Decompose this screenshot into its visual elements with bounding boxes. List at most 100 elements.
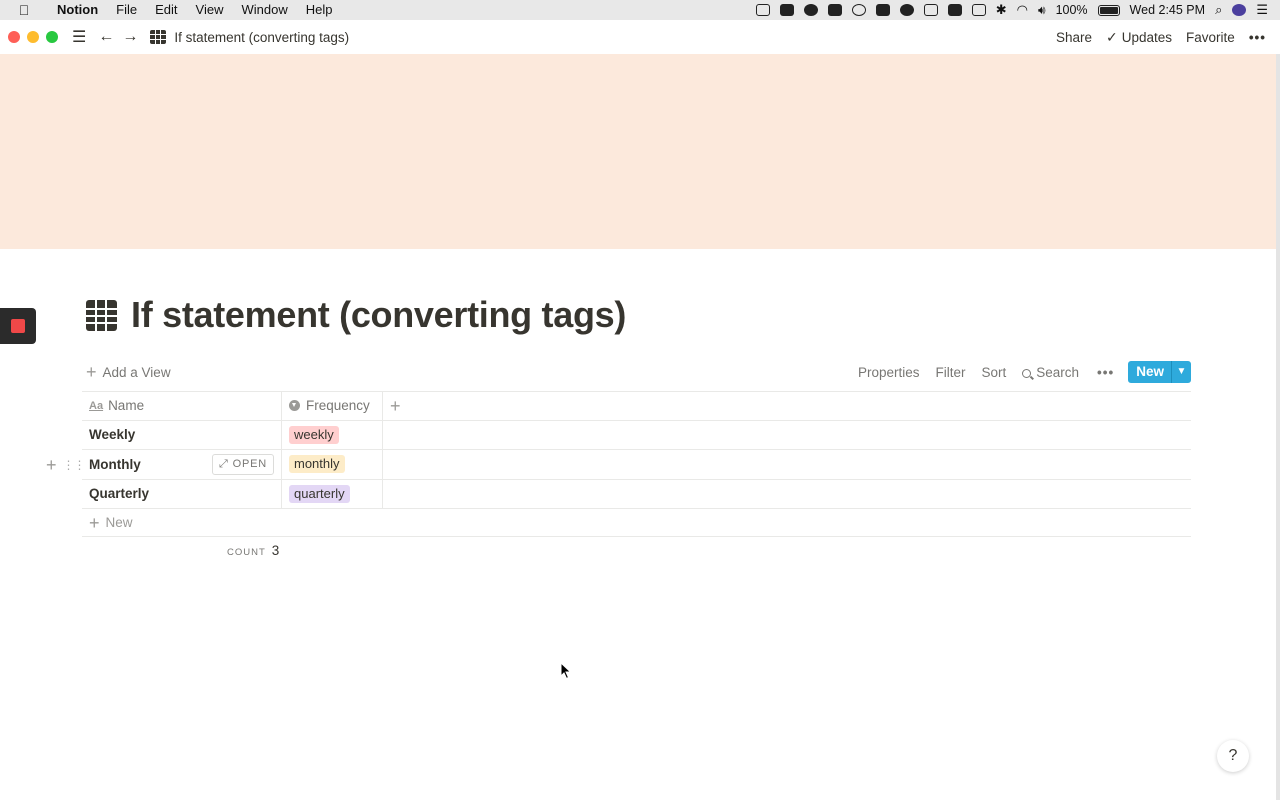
volume-icon[interactable]: 🔊︎ — [1038, 3, 1046, 18]
table-header: Aa Name Frequency + — [82, 391, 1191, 421]
sidebar-toggle-icon[interactable]: ☰ — [72, 27, 86, 47]
breadcrumb-title[interactable]: If statement (converting tags) — [174, 30, 349, 45]
updates-label: Updates — [1121, 29, 1173, 45]
empty-cell[interactable] — [383, 450, 1191, 479]
count-value: 3 — [271, 543, 280, 558]
wifi-icon[interactable]: ◠ — [1017, 2, 1028, 18]
row-handle: + ⋮⋮ — [46, 450, 86, 479]
name-cell[interactable]: Monthly ⤢ OPEN — [82, 450, 282, 479]
plus-icon: + — [86, 362, 97, 382]
filter-button[interactable]: Filter — [928, 365, 974, 380]
add-column-button[interactable]: + — [383, 392, 1191, 420]
frequency-cell[interactable]: quarterly — [282, 479, 383, 508]
add-row-plus-icon[interactable]: + — [46, 456, 57, 474]
sort-button[interactable]: Sort — [974, 365, 1015, 380]
help-button[interactable]: ? — [1217, 740, 1249, 772]
page-title[interactable]: If statement (converting tags) — [131, 294, 626, 336]
info-icon[interactable] — [851, 4, 866, 16]
battery-icon[interactable] — [1097, 4, 1120, 16]
frequency-cell[interactable]: weekly — [282, 420, 383, 449]
dropbox-icon[interactable] — [827, 4, 842, 16]
table-row[interactable]: Quarterly quarterly — [82, 479, 1191, 509]
menu-help[interactable]: Help — [297, 0, 342, 20]
frequency-cell[interactable]: monthly — [282, 450, 383, 479]
tag-quarterly: quarterly — [289, 484, 350, 503]
name-cell[interactable]: Weekly — [82, 420, 282, 449]
recording-stop-button[interactable] — [0, 308, 36, 344]
select-type-icon — [289, 400, 300, 412]
menu-window[interactable]: Window — [232, 0, 296, 20]
empty-cell[interactable] — [383, 480, 1191, 509]
calendar-icon[interactable] — [755, 4, 770, 16]
bi-icon[interactable] — [875, 4, 890, 16]
minimize-window-button[interactable] — [27, 31, 39, 43]
table-row[interactable]: + ⋮⋮ Monthly ⤢ OPEN monthly — [46, 450, 1191, 480]
new-row-button[interactable]: + New — [82, 509, 1191, 537]
drag-handle-icon[interactable]: ⋮⋮ — [63, 458, 86, 472]
apple-icon[interactable]:  — [0, 2, 48, 18]
add-view-button[interactable]: + Add a View — [86, 363, 171, 381]
search-label: Search — [1036, 364, 1080, 380]
close-window-button[interactable] — [8, 31, 20, 43]
row-name: Weekly — [89, 427, 136, 443]
share-button[interactable]: Share — [1056, 30, 1092, 45]
video-icon[interactable] — [779, 4, 794, 16]
menu-view[interactable]: View — [187, 0, 233, 20]
open-label: OPEN — [232, 458, 267, 471]
menu-file[interactable]: File — [107, 0, 146, 20]
status-icons: ✱ ◠ 🔊︎ 100% Wed 2:45 PM ⌕ ☰ — [755, 2, 1280, 18]
favorite-button[interactable]: Favorite — [1186, 30, 1235, 45]
column-label: Name — [108, 398, 145, 414]
table-row[interactable]: Weekly weekly — [82, 420, 1191, 450]
page-header: If statement (converting tags) — [86, 294, 626, 336]
expand-icon: ⤢ — [219, 457, 229, 470]
hand-icon[interactable] — [923, 4, 938, 16]
menu-app-name[interactable]: Notion — [48, 0, 107, 20]
text-type-icon: Aa — [89, 399, 104, 412]
more-options-icon[interactable]: ••• — [1087, 365, 1124, 380]
clock[interactable]: Wed 2:45 PM — [1130, 3, 1206, 17]
airplay-icon[interactable] — [971, 4, 986, 16]
name-cell[interactable]: Quarterly — [82, 479, 282, 508]
column-header-name[interactable]: Aa Name — [82, 392, 282, 420]
check-icon: ✓ — [1106, 28, 1118, 45]
battery-percent: 100% — [1055, 3, 1088, 17]
back-arrow-icon[interactable]: ← — [98, 28, 114, 46]
new-button[interactable]: New — [1128, 361, 1171, 383]
plus-icon: + — [390, 395, 401, 416]
menu-bar:  Notion File Edit View Window Help ✱ ◠ … — [0, 0, 1280, 20]
bluetooth-icon[interactable]: ✱ — [996, 2, 1007, 18]
count-calculation[interactable]: COUNT 3 — [227, 543, 279, 558]
more-icon[interactable]: ••• — [1249, 30, 1266, 45]
empty-cell[interactable] — [383, 421, 1191, 450]
scrollbar[interactable] — [1276, 54, 1280, 800]
new-button-group: New ▼ — [1128, 361, 1191, 383]
tag-weekly: weekly — [289, 425, 339, 444]
new-row-label: New — [105, 515, 133, 530]
siri-icon[interactable] — [1232, 4, 1247, 16]
database-table: Aa Name Frequency + Weekly weekly + ⋮⋮ M… — [46, 391, 1191, 569]
forward-arrow-icon[interactable]: → — [122, 28, 138, 46]
table-icon[interactable] — [86, 299, 117, 331]
cursor-arrow-icon — [560, 662, 572, 680]
menu-edit[interactable]: Edit — [146, 0, 186, 20]
tag-monthly: monthly — [289, 455, 345, 474]
sync-icon[interactable] — [803, 4, 818, 16]
updates-button[interactable]: ✓ Updates — [1106, 29, 1172, 46]
cloud-icon[interactable] — [899, 4, 914, 16]
open-row-button[interactable]: ⤢ OPEN — [212, 453, 274, 475]
search-button[interactable]: Search — [1014, 365, 1087, 380]
properties-button[interactable]: Properties — [850, 365, 928, 380]
quicktime-icon[interactable] — [947, 4, 962, 16]
column-label: Frequency — [306, 398, 370, 414]
search-icon[interactable]: ⌕ — [1215, 2, 1222, 18]
list-icon[interactable]: ☰ — [1256, 2, 1268, 18]
zoom-window-button[interactable] — [46, 31, 58, 43]
column-header-frequency[interactable]: Frequency — [282, 392, 383, 420]
add-view-label: Add a View — [102, 364, 171, 380]
page-cover[interactable] — [0, 54, 1276, 249]
new-row-cell: + New — [82, 509, 140, 536]
stop-icon — [11, 319, 25, 333]
plus-icon: + — [89, 512, 100, 533]
chevron-down-icon[interactable]: ▼ — [1171, 361, 1191, 383]
